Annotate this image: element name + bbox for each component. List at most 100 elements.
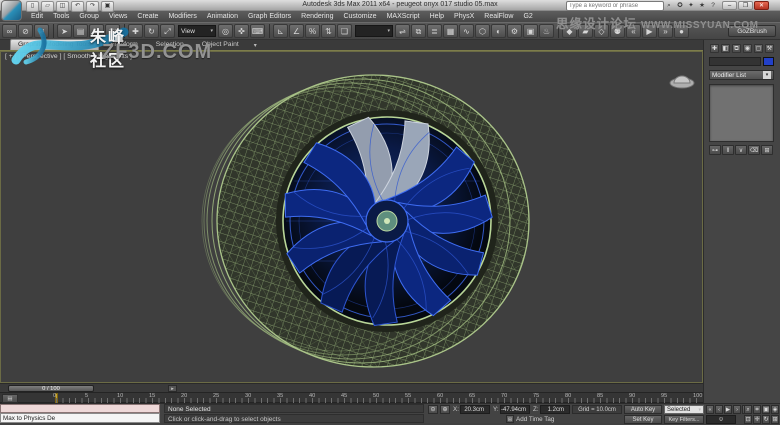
- object-color-swatch[interactable]: [763, 57, 774, 66]
- minimize-button[interactable]: –: [722, 1, 737, 10]
- project-folder-icon[interactable]: ▣: [101, 1, 114, 12]
- create-tab-icon[interactable]: ✚: [710, 44, 719, 53]
- menu-create[interactable]: Create: [132, 11, 163, 22]
- favorites-icon[interactable]: ★: [697, 1, 707, 10]
- graphite-ribbon-toggle-icon[interactable]: ▦: [443, 24, 458, 38]
- render-production-icon[interactable]: ♨: [539, 24, 554, 38]
- maximize-button[interactable]: ❐: [738, 1, 753, 10]
- 3ds-max-logo-button[interactable]: [1, 0, 22, 21]
- infocenter-search-box[interactable]: [566, 1, 664, 11]
- rendered-frame-window-icon[interactable]: ▣: [523, 24, 538, 38]
- select-by-name-icon[interactable]: ▤: [73, 24, 88, 38]
- redo-icon[interactable]: ↷: [86, 1, 99, 12]
- physx-stop-icon[interactable]: ●: [674, 24, 689, 38]
- menu-help[interactable]: Help: [425, 11, 449, 22]
- menu-customize[interactable]: Customize: [338, 11, 381, 22]
- selection-lock-toggle[interactable]: ⊝: [428, 405, 438, 414]
- display-tab-icon[interactable]: ▢: [754, 44, 763, 53]
- rectangular-selection-region-icon[interactable]: ▭: [89, 24, 104, 38]
- configure-modifier-sets-button[interactable]: ⊞: [761, 145, 773, 155]
- mirror-icon[interactable]: ⇌: [395, 24, 410, 38]
- ribbon-tab-freeform[interactable]: Freeform: [103, 40, 145, 50]
- menu-tools[interactable]: Tools: [48, 11, 74, 22]
- motion-tab-icon[interactable]: ◉: [743, 44, 752, 53]
- keyboard-shortcut-override-icon[interactable]: ⌨: [250, 24, 265, 38]
- physx-play-icon[interactable]: ▶: [642, 24, 657, 38]
- physx-cloth-icon[interactable]: ▰: [578, 24, 593, 38]
- zoom-button[interactable]: ⌕: [744, 405, 752, 414]
- help-icon[interactable]: ?: [708, 1, 718, 10]
- render-setup-icon[interactable]: ⚙: [507, 24, 522, 38]
- y-coordinate-field[interactable]: -47.94cm: [500, 405, 530, 414]
- chevron-down-icon[interactable]: ▾: [210, 28, 213, 34]
- listener-pane[interactable]: Max to Physics De: [0, 413, 160, 423]
- time-slider-next-frame-button[interactable]: ▸: [168, 385, 177, 392]
- ribbon-minimize-icon[interactable]: ▾: [250, 41, 261, 50]
- save-file-icon[interactable]: ◫: [56, 1, 69, 12]
- menu-g2[interactable]: G2: [518, 11, 537, 22]
- chevron-down-icon[interactable]: ▾: [387, 28, 390, 34]
- select-and-scale-icon[interactable]: ⤢: [160, 24, 175, 38]
- layer-manager-icon[interactable]: ≣: [427, 24, 442, 38]
- menu-realflow[interactable]: RealFlow: [479, 11, 518, 22]
- communication-center-icon[interactable]: ✦: [686, 1, 696, 10]
- subscription-center-icon[interactable]: ✪: [675, 1, 685, 10]
- remove-modifier-button[interactable]: ⌫: [748, 145, 760, 155]
- menu-edit[interactable]: Edit: [26, 11, 48, 22]
- auto-key-button[interactable]: Auto Key: [624, 405, 662, 414]
- curve-editor-icon[interactable]: ∿: [459, 24, 474, 38]
- spinner-snap-icon[interactable]: ⇅: [321, 24, 336, 38]
- schematic-view-icon[interactable]: ⬡: [475, 24, 490, 38]
- search-input[interactable]: [567, 3, 655, 9]
- infocenter-search-icon[interactable]: ⌕: [664, 1, 674, 10]
- snaps-toggle-icon[interactable]: ⊾: [273, 24, 288, 38]
- physx-rigid-body-icon[interactable]: ◆: [562, 24, 577, 38]
- modify-tab-icon[interactable]: ◧: [721, 44, 730, 53]
- chevron-down-icon[interactable]: ▾: [698, 407, 701, 413]
- perspective-viewport[interactable]: [ + ] [ Perspective ] [ Smooth + Highlig…: [0, 51, 703, 383]
- menu-views[interactable]: Views: [104, 11, 133, 22]
- pin-stack-button[interactable]: ⊶: [709, 145, 721, 155]
- new-scene-icon[interactable]: ▯: [26, 1, 39, 12]
- percent-snap-icon[interactable]: %: [305, 24, 320, 38]
- select-and-manipulate-icon[interactable]: ✜: [234, 24, 249, 38]
- show-end-result-button[interactable]: ‖: [722, 145, 734, 155]
- unlink-selection-icon[interactable]: ⊘: [18, 24, 33, 38]
- modifier-stack-list[interactable]: [709, 84, 774, 142]
- menu-physx[interactable]: PhysX: [449, 11, 479, 22]
- reference-coordinate-system-dropdown[interactable]: View▾: [178, 25, 216, 37]
- select-object-icon[interactable]: ➤: [57, 24, 72, 38]
- time-slider-handle[interactable]: 0 / 100: [8, 385, 94, 392]
- edit-named-selection-sets-icon[interactable]: ❏: [337, 24, 352, 38]
- named-selection-sets-dropdown[interactable]: ▾: [355, 25, 393, 37]
- absolute-offset-mode-toggle[interactable]: ⊕: [440, 405, 450, 414]
- utilities-tab-icon[interactable]: ⚒: [765, 44, 774, 53]
- align-icon[interactable]: ⧉: [411, 24, 426, 38]
- track-bar-ruler[interactable]: ▤ 05101520253035404550556065707580859095…: [0, 392, 703, 403]
- trackbar-options-icon[interactable]: ▤: [2, 394, 18, 403]
- select-and-rotate-icon[interactable]: ↻: [144, 24, 159, 38]
- ribbon-tab-object-paint[interactable]: Object Paint: [195, 40, 246, 50]
- zoom-extents-all-button[interactable]: ◈: [771, 405, 779, 414]
- physx-constraint-icon[interactable]: ◇: [594, 24, 609, 38]
- add-time-tag[interactable]: ⊞ Add Time Tag: [506, 415, 554, 423]
- undo-icon[interactable]: ↶: [71, 1, 84, 12]
- next-frame-button[interactable]: ›: [733, 405, 741, 414]
- ribbon-tab-graphite-modeling-tools[interactable]: Graphite Modeling Tools: [10, 39, 99, 50]
- zoom-extents-button[interactable]: ▣: [762, 405, 770, 414]
- close-button[interactable]: ✕: [754, 1, 769, 10]
- open-file-icon[interactable]: ▱: [41, 1, 54, 12]
- make-unique-button[interactable]: ∨: [735, 145, 747, 155]
- menu-rendering[interactable]: Rendering: [296, 11, 338, 22]
- time-slider-track[interactable]: 0 / 100 ▸: [0, 383, 703, 392]
- go-to-start-button[interactable]: «: [706, 405, 714, 414]
- object-name-field[interactable]: [709, 57, 761, 66]
- hierarchy-tab-icon[interactable]: ⧉: [732, 44, 741, 53]
- modifier-list-dropdown[interactable]: Modifier List ▾: [709, 70, 774, 80]
- material-editor-icon[interactable]: ◐: [491, 24, 506, 38]
- play-button[interactable]: ▶: [724, 405, 732, 414]
- gozbrush-button[interactable]: GoZBrush: [728, 25, 776, 37]
- physx-step-icon[interactable]: »: [658, 24, 673, 38]
- macro-recorder-pane[interactable]: [0, 404, 160, 413]
- menu-modifiers[interactable]: Modifiers: [163, 11, 201, 22]
